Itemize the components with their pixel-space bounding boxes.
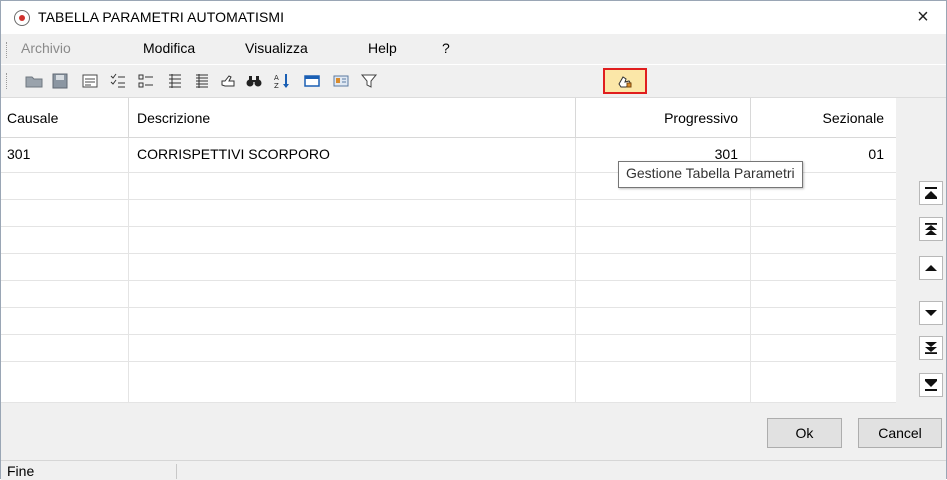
empty-row[interactable] [1, 281, 896, 308]
filter-icon[interactable] [358, 70, 380, 92]
empty-cell [1, 200, 129, 227]
empty-cell [1, 308, 129, 335]
menu-help[interactable]: Help [368, 40, 397, 56]
empty-cell [576, 308, 751, 335]
cell-causale: 301 [1, 138, 129, 173]
tooltip: Gestione Tabella Parametri [618, 161, 803, 188]
empty-cell [1, 335, 129, 362]
sort-az-icon[interactable]: AZ [271, 70, 293, 92]
empty-cell [129, 281, 576, 308]
application-window: TABELLA PARAMETRI AUTOMATISMI × Archivio… [0, 0, 947, 480]
binoculars-icon[interactable] [243, 70, 265, 92]
menu-about[interactable]: ? [442, 40, 450, 56]
save-icon[interactable] [49, 70, 71, 92]
empty-row[interactable] [1, 200, 896, 227]
ok-button[interactable]: Ok [767, 418, 842, 448]
open-folder-icon[interactable] [23, 70, 45, 92]
column-header-causale[interactable]: Causale [1, 98, 129, 138]
status-divider [176, 464, 177, 479]
page-up-icon[interactable] [919, 217, 943, 241]
checklist-icon[interactable] [107, 70, 129, 92]
grid-header: Causale Descrizione Progressivo Sezional… [1, 98, 896, 138]
empty-cell [576, 227, 751, 254]
toolbar-grip [6, 73, 9, 89]
empty-cell [129, 227, 576, 254]
empty-row[interactable] [1, 362, 896, 403]
last-record-icon[interactable] [919, 373, 943, 397]
app-icon [14, 10, 30, 26]
title-bar[interactable]: TABELLA PARAMETRI AUTOMATISMI × [1, 1, 946, 34]
cancel-button[interactable]: Cancel [858, 418, 942, 448]
form-view-icon[interactable] [79, 70, 101, 92]
window-title: TABELLA PARAMETRI AUTOMATISMI [38, 9, 285, 25]
hand-icon[interactable] [217, 70, 239, 92]
empty-row[interactable] [1, 227, 896, 254]
data-grid: Causale Descrizione Progressivo Sezional… [1, 98, 896, 403]
card-icon[interactable] [330, 70, 352, 92]
first-record-icon[interactable] [919, 181, 943, 205]
grid-icon[interactable] [301, 70, 323, 92]
detail-list-icon[interactable] [191, 70, 213, 92]
empty-cell [1, 281, 129, 308]
empty-row[interactable] [1, 254, 896, 281]
empty-cell [1, 173, 129, 200]
empty-cell [576, 335, 751, 362]
empty-cell [1, 362, 129, 403]
column-header-sezionale[interactable]: Sezionale [751, 98, 896, 138]
empty-row[interactable] [1, 335, 896, 362]
empty-cell [129, 335, 576, 362]
menu-modifica[interactable]: Modifica [143, 40, 195, 56]
empty-row[interactable] [1, 308, 896, 335]
status-bar: Fine [1, 460, 946, 480]
empty-cell [129, 308, 576, 335]
toolbar: AZ [1, 65, 946, 98]
tree-list-icon[interactable] [164, 70, 186, 92]
empty-cell [576, 362, 751, 403]
empty-cell [129, 173, 576, 200]
close-button[interactable]: × [900, 1, 946, 33]
svg-text:Z: Z [274, 82, 279, 90]
cell-descrizione: CORRISPETTIVI SCORPORO [129, 138, 576, 173]
empty-cell [576, 281, 751, 308]
page-down-icon[interactable] [919, 336, 943, 360]
menu-grip [6, 42, 9, 58]
column-header-descrizione[interactable]: Descrizione [129, 98, 576, 138]
menu-archivio[interactable]: Archivio [21, 40, 71, 56]
menu-bar: Archivio Modifica Visualizza Help ? [1, 34, 946, 64]
list-view-icon[interactable] [135, 70, 157, 92]
empty-cell [1, 254, 129, 281]
menu-visualizza[interactable]: Visualizza [245, 40, 308, 56]
next-record-icon[interactable] [919, 301, 943, 325]
empty-cell [576, 200, 751, 227]
button-bar: Ok Cancel [1, 403, 946, 460]
parameters-table-icon[interactable] [603, 68, 647, 94]
empty-cell [1, 227, 129, 254]
empty-cell [576, 254, 751, 281]
empty-cell [129, 200, 576, 227]
previous-record-icon[interactable] [919, 256, 943, 280]
status-text: Fine [7, 463, 35, 479]
svg-text:A: A [274, 74, 279, 82]
empty-cell [129, 254, 576, 281]
column-header-progressivo[interactable]: Progressivo [576, 98, 751, 138]
empty-cell [129, 362, 576, 403]
